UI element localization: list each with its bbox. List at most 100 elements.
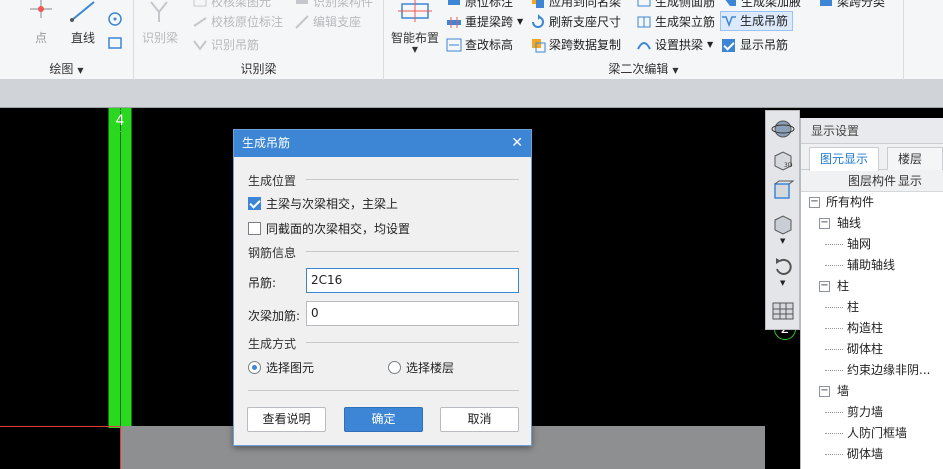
same-section-checkbox[interactable] [248,222,261,235]
close-icon[interactable]: ✕ [511,130,523,157]
refresh-support-button[interactable]: 刷新支座尺寸 [530,12,621,32]
circle-tool-button[interactable] [106,10,124,28]
identify-beam-member-button[interactable]: 识别梁构件 [294,0,373,12]
radio-select-floor-dot[interactable] [388,361,401,374]
identify-beam-button[interactable]: 识别梁 [138,0,182,46]
rotate-button[interactable]: ▼ [768,253,798,287]
rotate-dropdown-icon: ▼ [780,279,786,287]
ribbon-group-identify-beam: 识别梁 校核梁图元 校核原位标注 识别吊筋 识别梁构件 编辑支座 识别梁 [134,0,384,80]
option-same-section[interactable]: 同截面的次梁相交，均设置 [248,220,410,237]
secondary-edit-group-label[interactable]: 梁二次编辑 ▼ [384,60,903,77]
gen-vertical-rebar-button[interactable]: 生成架立筋 [636,12,715,32]
axis-line-vertical [120,426,121,469]
show-hanger-checkbox[interactable] [722,38,735,52]
view-dropdown-icon: ▼ [780,237,786,245]
divider [306,251,519,252]
cube-top-icon [774,215,792,235]
tree-item-masonry-wall[interactable]: 砌体墙 [801,444,943,465]
origin-annotation-button[interactable]: 原位标注 [446,0,513,12]
identify-group-label: 识别梁 [240,62,277,76]
re-extract-span-button[interactable]: 重提梁跨 ▼ [446,12,523,32]
tree-item-column-column[interactable]: 柱 [801,297,943,318]
tree-item-axis-grid[interactable]: 轴网 [801,234,943,255]
set-arch-icon [636,37,652,53]
gen-side-rebar-button[interactable]: 生成侧面筋 [636,0,715,12]
tree-item-constraint-edge[interactable]: 约束边缘非阴... [801,360,943,381]
collapse-icon[interactable]: − [819,386,830,397]
rectangle-tool-button[interactable] [106,34,124,52]
smart-layout-dropdown-icon: ▼ [411,45,419,54]
apply-same-name-icon [530,0,546,10]
divider [248,390,519,391]
tree-item-column[interactable]: − 柱 [801,276,943,297]
tree-item-aux-axis[interactable]: 辅助轴线 [801,255,943,276]
grid-icon [772,302,794,320]
span-data-copy-button[interactable]: 梁跨数据复制 [530,35,621,55]
show-hanger-toggle[interactable]: 显示吊筋 [722,35,788,55]
gen-hanger-button[interactable]: 生成吊筋 [720,11,794,31]
gen-hanger-icon [721,13,737,29]
section-rebar-label: 钢筋信息 [248,246,297,260]
cube-front-icon [774,180,795,199]
tree-item-shear-wall[interactable]: 剪力墙 [801,402,943,423]
collapse-icon[interactable]: − [809,197,820,208]
section-method-label: 生成方式 [248,337,297,351]
point-tool-button[interactable]: 点 [24,0,58,46]
edit-support-button[interactable]: 编辑支座 [294,12,361,32]
origin-annotation-icon [446,0,462,10]
help-button[interactable]: 查看说明 [247,407,326,432]
main-secondary-checkbox[interactable] [248,197,261,210]
line-tool-button[interactable]: 直线 [64,0,102,46]
generate-hanger-dialog: 生成吊筋 ✕ 生成位置 主梁与次梁相交，主梁上 同截面的次梁相交，均设置 钢筋信… [233,129,532,446]
cancel-button[interactable]: 取消 [440,407,519,432]
tab-floor-display[interactable]: 楼层显示 [887,147,943,188]
secondary-add-input[interactable]: 0 [306,301,519,326]
ribbon-toolbar: 点 直线 绘图 ▼ 识别梁 校核梁图元 校核原位标注 识别吊筋 识别梁构件 编辑… [0,0,943,80]
tree-item-wall[interactable]: − 墙 [801,381,943,402]
option-main-secondary[interactable]: 主梁与次梁相交，主梁上 [248,195,398,212]
ribbon-group-draw: 点 直线 绘图 ▼ [0,0,134,80]
canvas-header-band [0,80,943,108]
green-column-element[interactable] [108,108,132,428]
hanger-label: 吊筋: [248,276,277,290]
tree-item-masonry-column[interactable]: 砌体柱 [801,339,943,360]
grid-settings-button[interactable] [768,297,798,325]
radio-select-floor[interactable]: 选择楼层 [388,359,454,376]
view-front-button[interactable] [768,177,798,205]
edit-elevation-button[interactable]: 查改标高 [446,35,513,55]
view-3d-button[interactable]: 3D [768,147,798,175]
gen-vertical-rebar-icon [636,14,652,30]
collapse-icon[interactable]: − [819,281,830,292]
draw-group-label[interactable]: 绘图 ▼ [0,60,133,77]
smart-layout-icon [388,0,442,27]
gen-side-rebar-icon [636,0,652,10]
tab-element-display[interactable]: 图元显示 [809,147,880,171]
apply-same-name-button[interactable]: 应用到同名梁 [530,0,621,12]
radio-select-element-dot[interactable] [248,361,261,374]
line-icon [64,0,102,27]
radio-select-element[interactable]: 选择图元 [248,359,314,376]
ok-button[interactable]: 确定 [344,407,423,432]
smart-layout-button[interactable]: 智能布置 ▼ [388,0,442,54]
hanger-input[interactable]: 2C16 [306,268,519,293]
rectangle-icon [108,37,122,49]
edit-support-icon [294,14,310,30]
refresh-support-icon [530,14,546,30]
view-top-button[interactable]: ▼ [768,211,798,245]
orbit-button[interactable] [768,115,798,143]
axis-label-top: 4 [109,110,131,132]
beam-span-category-button[interactable]: 梁跨分类 [818,0,885,12]
secondary-add-label: 次梁加筋: [248,309,301,323]
tree-item-all[interactable]: − 所有构件 [801,192,943,213]
panel-title: 显示设置 [801,118,943,144]
divider [306,179,519,180]
tree-item-civil-defense-wall[interactable]: 人防门框墙 [801,423,943,444]
identify-hanger-button[interactable]: 识别吊筋 [192,35,259,55]
verify-beam-button[interactable]: 校核梁图元 [192,0,271,12]
tree-item-constructional-column[interactable]: 构造柱 [801,318,943,339]
verify-origin-annotation-button[interactable]: 校核原位标注 [192,12,283,32]
tree-item-axis[interactable]: − 轴线 [801,213,943,234]
set-arch-beam-button[interactable]: 设置拱梁 ▼ [636,35,713,55]
re-extract-dropdown-icon: ▼ [517,17,524,26]
collapse-icon[interactable]: − [819,218,830,229]
